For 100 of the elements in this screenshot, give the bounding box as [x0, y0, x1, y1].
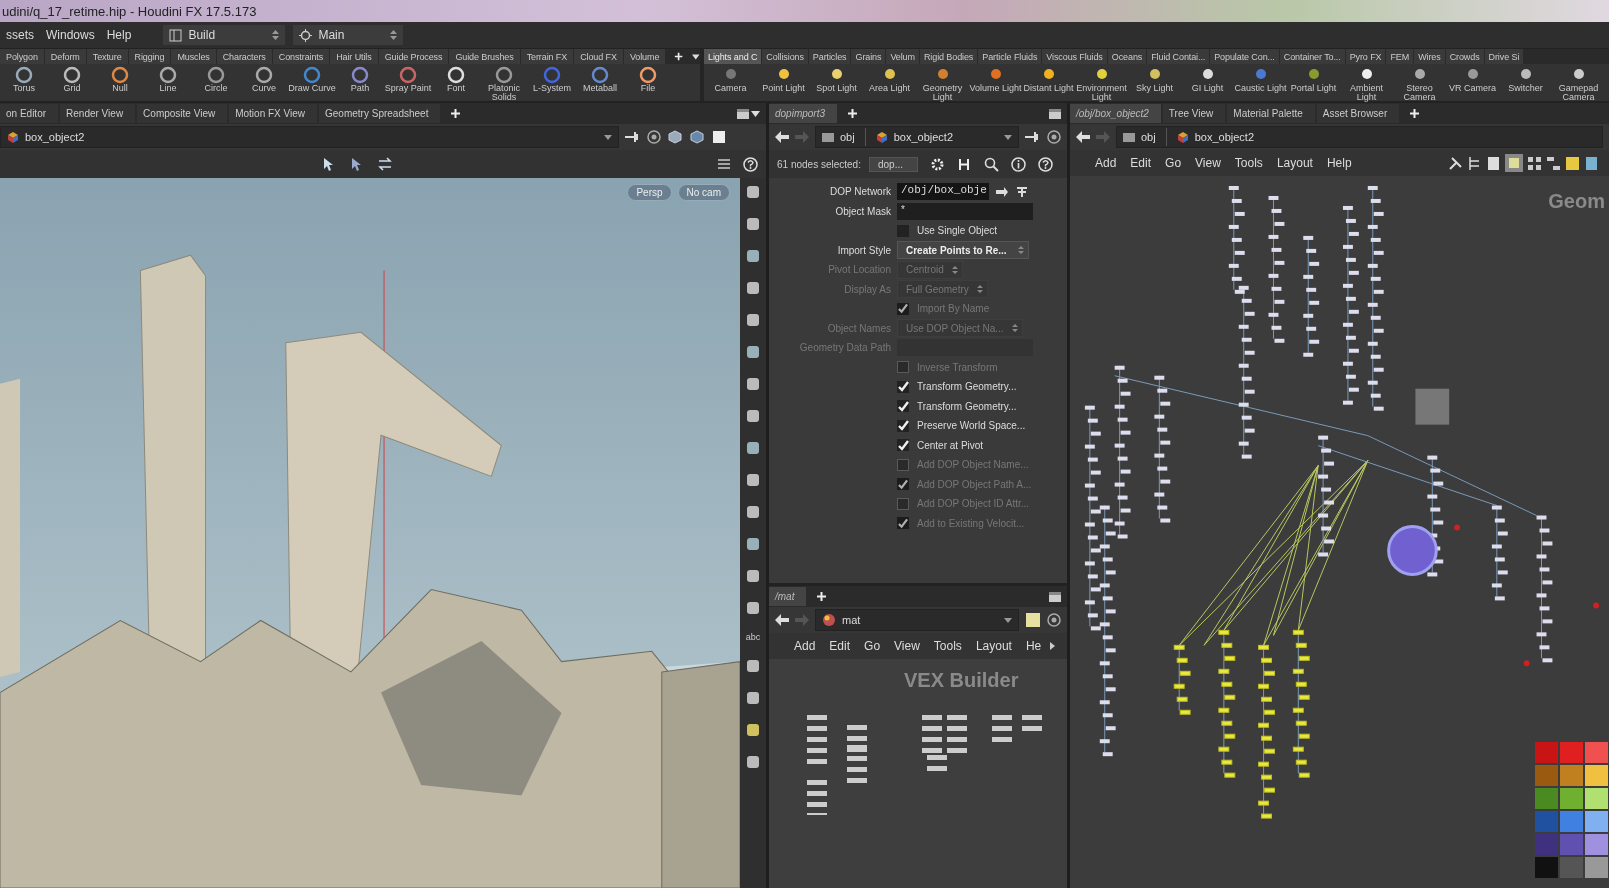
tree-icon[interactable]	[1467, 155, 1482, 171]
path-dropdown[interactable]: obj box_object2	[815, 126, 1019, 148]
pane-tab[interactable]: Motion FX View	[229, 104, 318, 123]
viewport-tool-icon[interactable]	[745, 472, 761, 488]
network-node[interactable]	[1022, 726, 1042, 731]
viewport-tool-icon[interactable]	[745, 536, 761, 552]
shelf-tool[interactable]: Switcher	[1499, 66, 1552, 93]
network-node[interactable]	[947, 726, 967, 731]
note-icon[interactable]	[1025, 612, 1041, 628]
gear-icon[interactable]	[930, 156, 945, 172]
input-field[interactable]: /obj/box_obje	[897, 183, 989, 201]
shelf-tab[interactable]: Terrain FX	[520, 49, 574, 64]
shelf-tab[interactable]: Guide Brushes	[449, 49, 520, 64]
pane-tab[interactable]: Asset Browser	[1316, 104, 1400, 123]
back-arrow-icon[interactable]	[775, 131, 789, 143]
square-icon[interactable]	[711, 129, 727, 145]
add-icon[interactable]	[847, 108, 859, 119]
network-node[interactable]	[807, 791, 827, 796]
pane-menu-icon[interactable]	[1049, 591, 1061, 602]
shelf-tool[interactable]: GI Light	[1181, 66, 1234, 93]
desktop-dropdown[interactable]: Build	[163, 25, 286, 45]
pin-icon[interactable]	[1025, 131, 1041, 143]
pane-tab[interactable]: Geometry Spreadsheet	[319, 104, 441, 123]
document-icon[interactable]	[1584, 155, 1599, 171]
network-node[interactable]	[922, 748, 942, 753]
shelf-tab[interactable]: Wires	[1414, 49, 1445, 64]
network-node[interactable]	[922, 726, 942, 731]
shelf-tab[interactable]: Volume	[623, 49, 666, 64]
search-icon[interactable]	[984, 156, 999, 172]
back-arrow-icon[interactable]	[775, 614, 789, 626]
target-icon[interactable]	[1047, 130, 1061, 144]
shelf-tab[interactable]: Crowds	[1445, 49, 1484, 64]
menu-item[interactable]: Go	[859, 639, 886, 653]
viewport-tool-icon[interactable]	[745, 216, 761, 232]
shelf-tab[interactable]: Container To...	[1279, 49, 1345, 64]
pane-tab[interactable]: on Editor	[0, 104, 59, 123]
network-node[interactable]	[947, 748, 967, 753]
shelf-tool[interactable]: Portal Light	[1287, 66, 1340, 93]
path-dropdown[interactable]: mat	[815, 609, 1019, 631]
shelf-tab[interactable]: Guide Process	[378, 49, 449, 64]
menu-item[interactable]: Windows	[40, 28, 101, 42]
shelf-tab[interactable]: Constraints	[272, 49, 330, 64]
menu-item[interactable]: Add	[1090, 156, 1122, 170]
target-icon[interactable]	[647, 130, 661, 144]
node-picker-icon[interactable]	[1015, 184, 1029, 199]
shelf-tool[interactable]: Font	[432, 66, 480, 93]
shelf-tool[interactable]: Spray Paint	[384, 66, 432, 93]
pane-tab[interactable]: Render View	[60, 104, 136, 123]
shelf-tool[interactable]: Volume Light	[969, 66, 1022, 93]
shelf-tab[interactable]: Hair Utils	[330, 49, 378, 64]
pane-tab[interactable]: Tree View	[1162, 104, 1226, 123]
network-node[interactable]	[927, 766, 947, 771]
network-node[interactable]	[807, 748, 827, 753]
viewport-tool-icon[interactable]	[745, 280, 761, 296]
shelf-tool[interactable]: Sky Light	[1128, 66, 1181, 93]
pane-tab[interactable]: Material Palette	[1227, 104, 1315, 123]
shelf-tool[interactable]: Curve	[240, 66, 288, 93]
add-icon[interactable]	[1409, 108, 1421, 119]
grid-view-icon[interactable]	[1527, 155, 1542, 171]
shelf-tab[interactable]: Cloud FX	[574, 49, 623, 64]
arrow-icon[interactable]	[995, 185, 1009, 198]
network-node[interactable]	[992, 737, 1012, 742]
camera-menu-button[interactable]: Persp	[627, 184, 672, 201]
network-node[interactable]	[947, 737, 967, 742]
shelf-tab[interactable]: Lights and C	[704, 49, 762, 64]
menu-item[interactable]: Layout	[1271, 156, 1318, 170]
network-node[interactable]	[922, 715, 942, 720]
info-icon[interactable]	[1011, 156, 1026, 172]
pane-tab[interactable]: dopimport3	[769, 104, 838, 123]
checkbox[interactable]	[897, 224, 909, 237]
shelf-tool[interactable]: Circle	[192, 66, 240, 93]
viewport-tool-icon[interactable]	[745, 568, 761, 584]
shelf-tab[interactable]: Polygon	[0, 49, 44, 64]
shelf-tool[interactable]: Gamepad Camera	[1552, 66, 1605, 102]
list-icon[interactable]	[1486, 155, 1501, 171]
cube-icon[interactable]	[689, 129, 705, 145]
viewport-tool-icon[interactable]	[745, 690, 761, 706]
shelf-tool[interactable]: Metaball	[576, 66, 624, 93]
shelf-tab[interactable]: Pyro FX	[1345, 49, 1386, 64]
viewport-tool-icon[interactable]	[745, 184, 761, 200]
add-icon[interactable]	[816, 591, 828, 602]
shelf-tab[interactable]: Deform	[44, 49, 86, 64]
shelf-tab[interactable]: Particle Fluids	[978, 49, 1042, 64]
shelf-tab[interactable]: Populate Con...	[1210, 49, 1279, 64]
wrench-icon[interactable]	[1448, 155, 1463, 171]
menu-dropdown[interactable]: Create Points to Re...	[897, 241, 1029, 260]
network-node[interactable]	[807, 737, 827, 742]
viewport-tool-icon[interactable]	[745, 248, 761, 264]
shelf-tool[interactable]: Spot Light	[810, 66, 863, 93]
toolbar-label[interactable]: abc	[745, 632, 761, 642]
pane-tab[interactable]: /obj/box_object2	[1070, 104, 1161, 123]
pane-tab[interactable]: Composite View	[137, 104, 228, 123]
viewport-tool-icon[interactable]	[745, 408, 761, 424]
shelf-tool[interactable]: Camera	[704, 66, 757, 93]
node-type-dropdown[interactable]: dop...	[868, 156, 918, 172]
back-arrow-icon[interactable]	[1076, 131, 1090, 143]
network-node[interactable]	[807, 715, 827, 720]
shelf-tab[interactable]: Characters	[216, 49, 272, 64]
shelf-tool[interactable]: Ambient Light	[1340, 66, 1393, 102]
cube-icon[interactable]	[667, 129, 683, 145]
